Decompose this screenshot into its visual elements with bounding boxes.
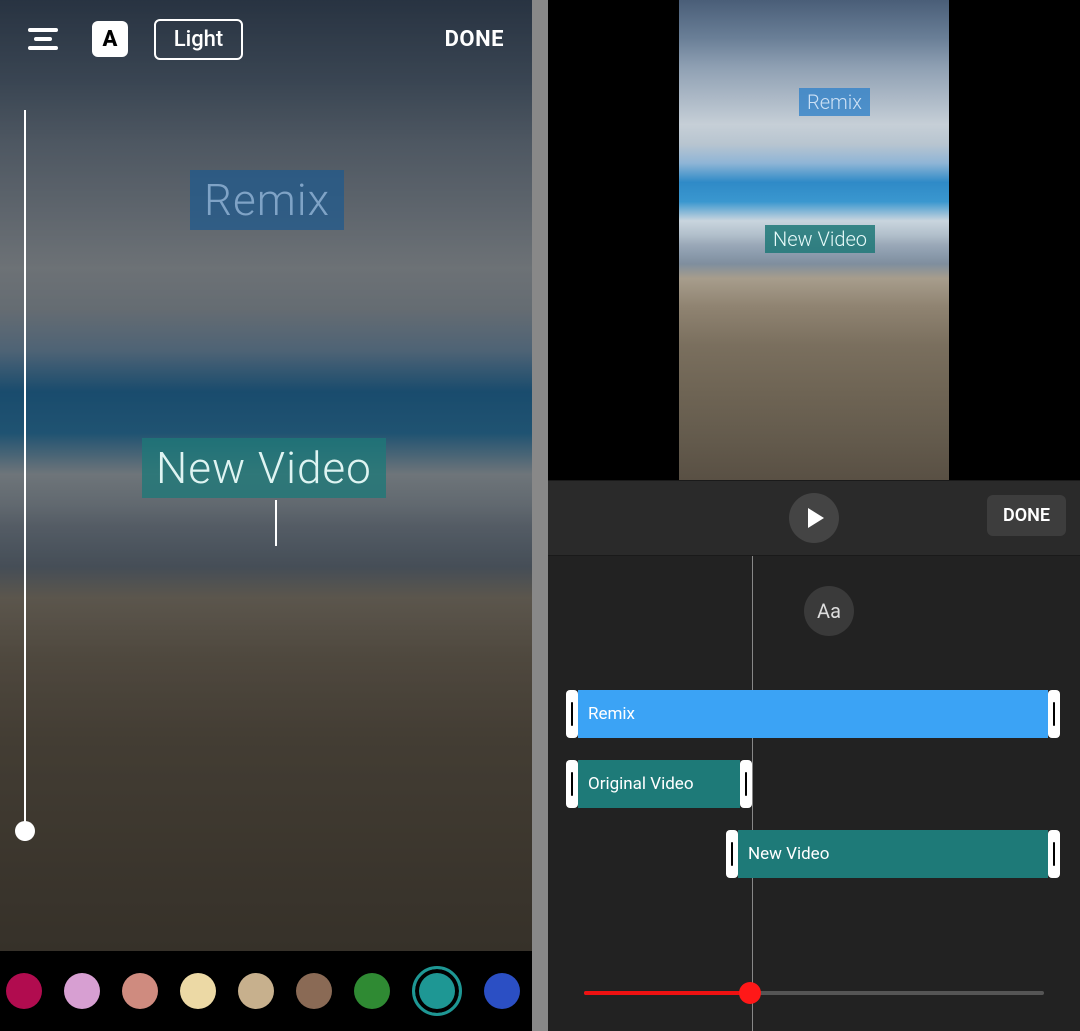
play-icon — [808, 508, 824, 528]
done-button[interactable]: DONE — [987, 495, 1066, 536]
color-swatch-green[interactable] — [354, 973, 390, 1009]
clip-handle-left[interactable] — [566, 760, 578, 808]
scrub-track[interactable] — [584, 991, 1044, 995]
clip-handle-right[interactable] — [740, 760, 752, 808]
clip-handle-left[interactable] — [726, 830, 738, 878]
clip-new-video[interactable]: New Video — [726, 830, 1060, 878]
color-swatch-salmon[interactable] — [122, 973, 158, 1009]
timeline-editor-pane: Remix New Video DONE Aa Remix Original V… — [548, 0, 1080, 1031]
text-cursor — [275, 500, 277, 546]
pane-divider — [532, 0, 548, 1031]
preview-area: Remix New Video — [548, 0, 1080, 480]
color-swatch-cream[interactable] — [180, 973, 216, 1009]
clip-remix[interactable]: Remix — [566, 690, 1060, 738]
color-swatch-tan[interactable] — [238, 973, 274, 1009]
color-swatch-pink[interactable] — [64, 973, 100, 1009]
clip-handle-right[interactable] — [1048, 830, 1060, 878]
playback-control-row: DONE — [548, 480, 1080, 556]
color-swatch-brown[interactable] — [296, 973, 332, 1009]
clip-body[interactable]: New Video — [738, 830, 1048, 878]
text-style-toggle[interactable]: A — [92, 21, 128, 57]
color-swatch-teal[interactable] — [412, 966, 462, 1016]
clip-handle-left[interactable] — [566, 690, 578, 738]
play-button[interactable] — [789, 493, 839, 543]
clip-handle-right[interactable] — [1048, 690, 1060, 738]
overlay-text-remix[interactable]: Remix — [190, 170, 344, 230]
color-swatch-crimson[interactable] — [6, 973, 42, 1009]
font-picker-button[interactable]: Light — [154, 19, 244, 60]
preview-overlay-new-video: New Video — [765, 225, 875, 253]
align-center-icon[interactable] — [28, 28, 58, 50]
text-size-slider-track[interactable] — [24, 110, 26, 841]
color-swatch-blue[interactable] — [484, 973, 520, 1009]
scrub-handle[interactable] — [739, 982, 761, 1004]
timeline[interactable]: Aa Remix Original Video New Video — [548, 556, 1080, 1031]
color-swatch-row — [0, 951, 532, 1031]
done-button[interactable]: DONE — [445, 27, 504, 52]
add-text-chip[interactable]: Aa — [804, 586, 854, 636]
playhead-line[interactable] — [752, 556, 753, 1031]
video-preview[interactable]: Remix New Video — [679, 0, 949, 480]
clip-original-video[interactable]: Original Video — [566, 760, 752, 808]
preview-overlay-remix: Remix — [799, 88, 870, 116]
text-size-slider-handle[interactable] — [15, 821, 35, 841]
text-style-editor-pane: A Light DONE Remix New Video — [0, 0, 532, 1031]
text-editor-toolbar: A Light DONE — [0, 0, 532, 78]
clip-body[interactable]: Remix — [578, 690, 1048, 738]
clip-body[interactable]: Original Video — [578, 760, 740, 808]
left-video-canvas[interactable] — [0, 0, 532, 1031]
scrub-progress — [584, 991, 750, 995]
overlay-text-new-video[interactable]: New Video — [142, 438, 386, 498]
